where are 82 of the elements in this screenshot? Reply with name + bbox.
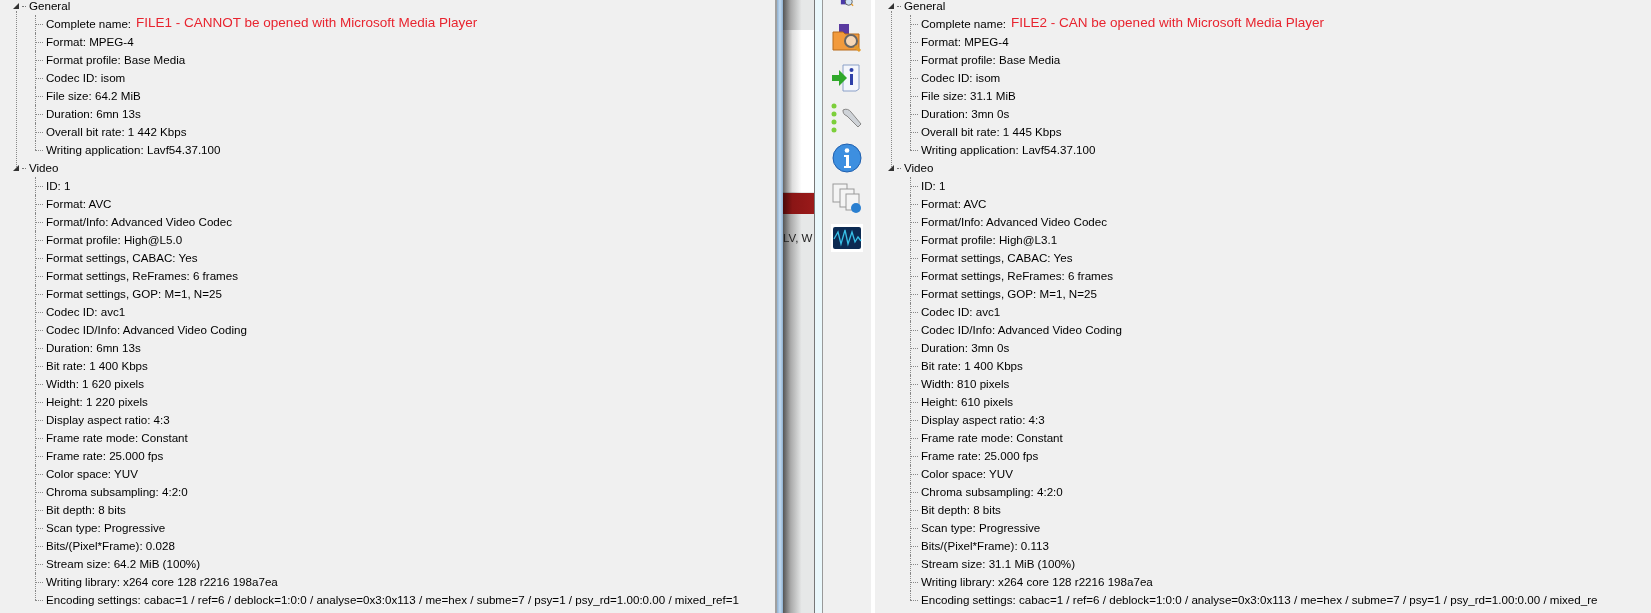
property-text: Writing application: Lavf54.37.100 [46,142,221,158]
section-title[interactable]: General [29,0,71,15]
property-text: Width: 1 620 pixels [46,376,144,392]
section-title[interactable]: General [904,0,946,15]
property-text: Writing library: x264 core 128 r2216 198a7ea [46,574,278,590]
property-text: Color space: YUV [921,466,1013,482]
property-text: Codec ID/Info: Advanced Video Coding [921,322,1122,338]
property-text: Bits/(Pixel*Frame): 0.028 [46,538,175,554]
property-text: Height: 1 220 pixels [46,394,148,410]
property-text: Duration: 3mn 0s [921,106,1010,122]
property-text: Scan type: Progressive [46,520,166,536]
property-text: Duration: 6mn 13s [46,106,141,122]
property-text: Stream size: 64.2 MiB (100%) [46,556,200,572]
property-text: Color space: YUV [46,466,138,482]
property-text: Format: MPEG-4 [921,34,1009,50]
property-text: Complete name: [921,16,1007,32]
annotation-text: FILE2 - CAN be opened with Microsoft Media Player [1011,14,1324,30]
documents-globe-icon[interactable] [831,182,863,214]
property-text: Display aspect ratio: 4:3 [921,412,1045,428]
property-text: Format/Info: Advanced Video Codec [921,214,1108,230]
property-text: Format: AVC [921,196,987,212]
property-text: ID: 1 [921,178,946,194]
folder-magnifier-icon[interactable] [831,22,863,54]
property-text: Codec ID/Info: Advanced Video Coding [46,322,247,338]
wrench-list-icon[interactable] [831,102,863,134]
property-text: ID: 1 [46,178,71,194]
property-text: Format settings, CABAC: Yes [921,250,1073,266]
property-text: Codec ID: avc1 [46,304,126,320]
annotation-text: FILE1 - CANNOT be opened with Microsoft Media Player [136,14,478,30]
property-text: Bit rate: 1 400 Kbps [46,358,148,374]
section-title[interactable]: Video [904,159,934,177]
property-text: File size: 64.2 MiB [46,88,141,104]
property-text: Height: 610 pixels [921,394,1014,410]
property-text: Codec ID: isom [921,70,1001,86]
expand-toggle-icon[interactable] [13,3,19,9]
property-text: Frame rate: 25.000 fps [46,448,164,464]
property-text: Format settings, GOP: M=1, N=25 [921,286,1097,302]
property-text: Chroma subsampling: 4:2:0 [46,484,188,500]
property-text: Format profile: Base Media [46,52,186,68]
property-text: Overall bit rate: 1 445 Kbps [921,124,1062,140]
property-text: Format settings, ReFrames: 6 frames [921,268,1113,284]
expand-toggle-icon[interactable] [888,3,894,9]
property-text: Format settings, GOP: M=1, N=25 [46,286,222,302]
property-text: Display aspect ratio: 4:3 [46,412,170,428]
property-text: Bit depth: 8 bits [46,502,126,518]
property-text: Frame rate mode: Constant [46,430,188,446]
property-text: Bit depth: 8 bits [921,502,1001,518]
property-text: Format: MPEG-4 [46,34,134,50]
property-text: Format settings, CABAC: Yes [46,250,198,266]
highlight-bar [783,193,814,214]
property-text: Scan type: Progressive [921,520,1041,536]
property-text: Format profile: Base Media [921,52,1061,68]
expand-toggle-icon[interactable] [888,165,894,171]
property-text: Writing application: Lavf54.37.100 [921,142,1096,158]
info-icon[interactable] [831,142,863,174]
property-text: Writing library: x264 core 128 r2216 198a7ea [921,574,1153,590]
property-text: File size: 31.1 MiB [921,88,1016,104]
property-text: Overall bit rate: 1 442 Kbps [46,124,187,140]
property-text: Encoding settings: cabac=1 / ref=6 / deblock=1:0:0 / analyse=0x3:0x113 / me=hex / subme=7 / psy=1 / psy_rd=1.00:0.00 / mixed_re [921,592,1598,608]
property-text: Codec ID: isom [46,70,126,86]
background-window-text: LV, W [783,232,813,244]
property-text: Format profile: High@L5.0 [46,232,183,248]
property-text: Bits/(Pixel*Frame): 0.113 [921,538,1049,554]
property-text: Complete name: [46,16,132,32]
property-text: Format: AVC [46,196,112,212]
expand-toggle-icon[interactable] [13,165,19,171]
waveform-icon[interactable] [831,222,863,254]
property-text: Duration: 6mn 13s [46,340,141,356]
property-text: Codec ID: avc1 [921,304,1001,320]
property-text: Format/Info: Advanced Video Codec [46,214,233,230]
property-text: Format settings, ReFrames: 6 frames [46,268,238,284]
property-text: Chroma subsampling: 4:2:0 [921,484,1063,500]
property-text: Frame rate mode: Constant [921,430,1063,446]
section-title[interactable]: Video [29,159,59,177]
property-text: Encoding settings: cabac=1 / ref=6 / deblock=1:0:0 / analyse=0x3:0x113 / me=hex / subme=7 / psy=1 / psy_rd=1.00:0.00 / mixed_ref=1 [46,592,739,608]
info-arrow-icon[interactable] [831,62,863,94]
property-text: Bit rate: 1 400 Kbps [921,358,1023,374]
property-text: Duration: 3mn 0s [921,340,1010,356]
property-text: Stream size: 31.1 MiB (100%) [921,556,1075,572]
property-text: Frame rate: 25.000 fps [921,448,1039,464]
property-text: Format profile: High@L3.1 [921,232,1058,248]
property-text: Width: 810 pixels [921,376,1010,392]
